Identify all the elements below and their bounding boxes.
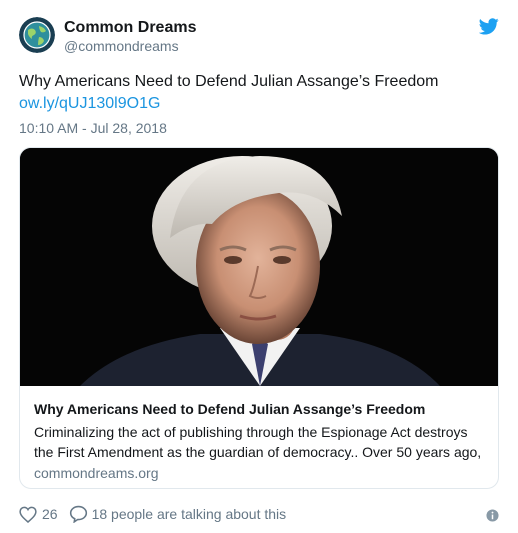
info-icon[interactable] [486, 509, 499, 522]
link-card[interactable]: Why Americans Need to Defend Julian Assa… [19, 147, 499, 489]
twitter-bird-icon[interactable] [479, 18, 499, 35]
heart-icon [19, 506, 37, 523]
tweet-actions: 26 18 people are talking about this [19, 504, 286, 524]
like-button[interactable]: 26 [19, 506, 58, 523]
author-handle[interactable]: @commondreams [64, 37, 179, 55]
card-title[interactable]: Why Americans Need to Defend Julian Assa… [34, 400, 425, 418]
card-image[interactable] [20, 148, 498, 386]
card-domain: commondreams.org [34, 465, 159, 481]
article-photo [20, 148, 498, 386]
tweet-text: Why Americans Need to Defend Julian Assa… [19, 73, 439, 90]
card-description: Criminalizing the act of publishing thro… [34, 424, 482, 460]
speech-bubble-icon [69, 505, 87, 523]
embedded-tweet: Common Dreams @commondreams Why American… [0, 0, 518, 533]
like-count: 26 [42, 506, 58, 522]
author-name[interactable]: Common Dreams [64, 18, 196, 38]
talking-label: 18 people are talking about this [91, 506, 287, 522]
conversation-link[interactable]: 18 people are talking about this [58, 505, 287, 523]
tweet-timestamp[interactable]: 10:10 AM - Jul 28, 2018 [19, 119, 167, 137]
tweet-link[interactable]: ow.ly/qUJ130l9O1G [19, 93, 160, 115]
avatar[interactable] [19, 17, 55, 53]
globe-logo-icon [19, 17, 55, 53]
